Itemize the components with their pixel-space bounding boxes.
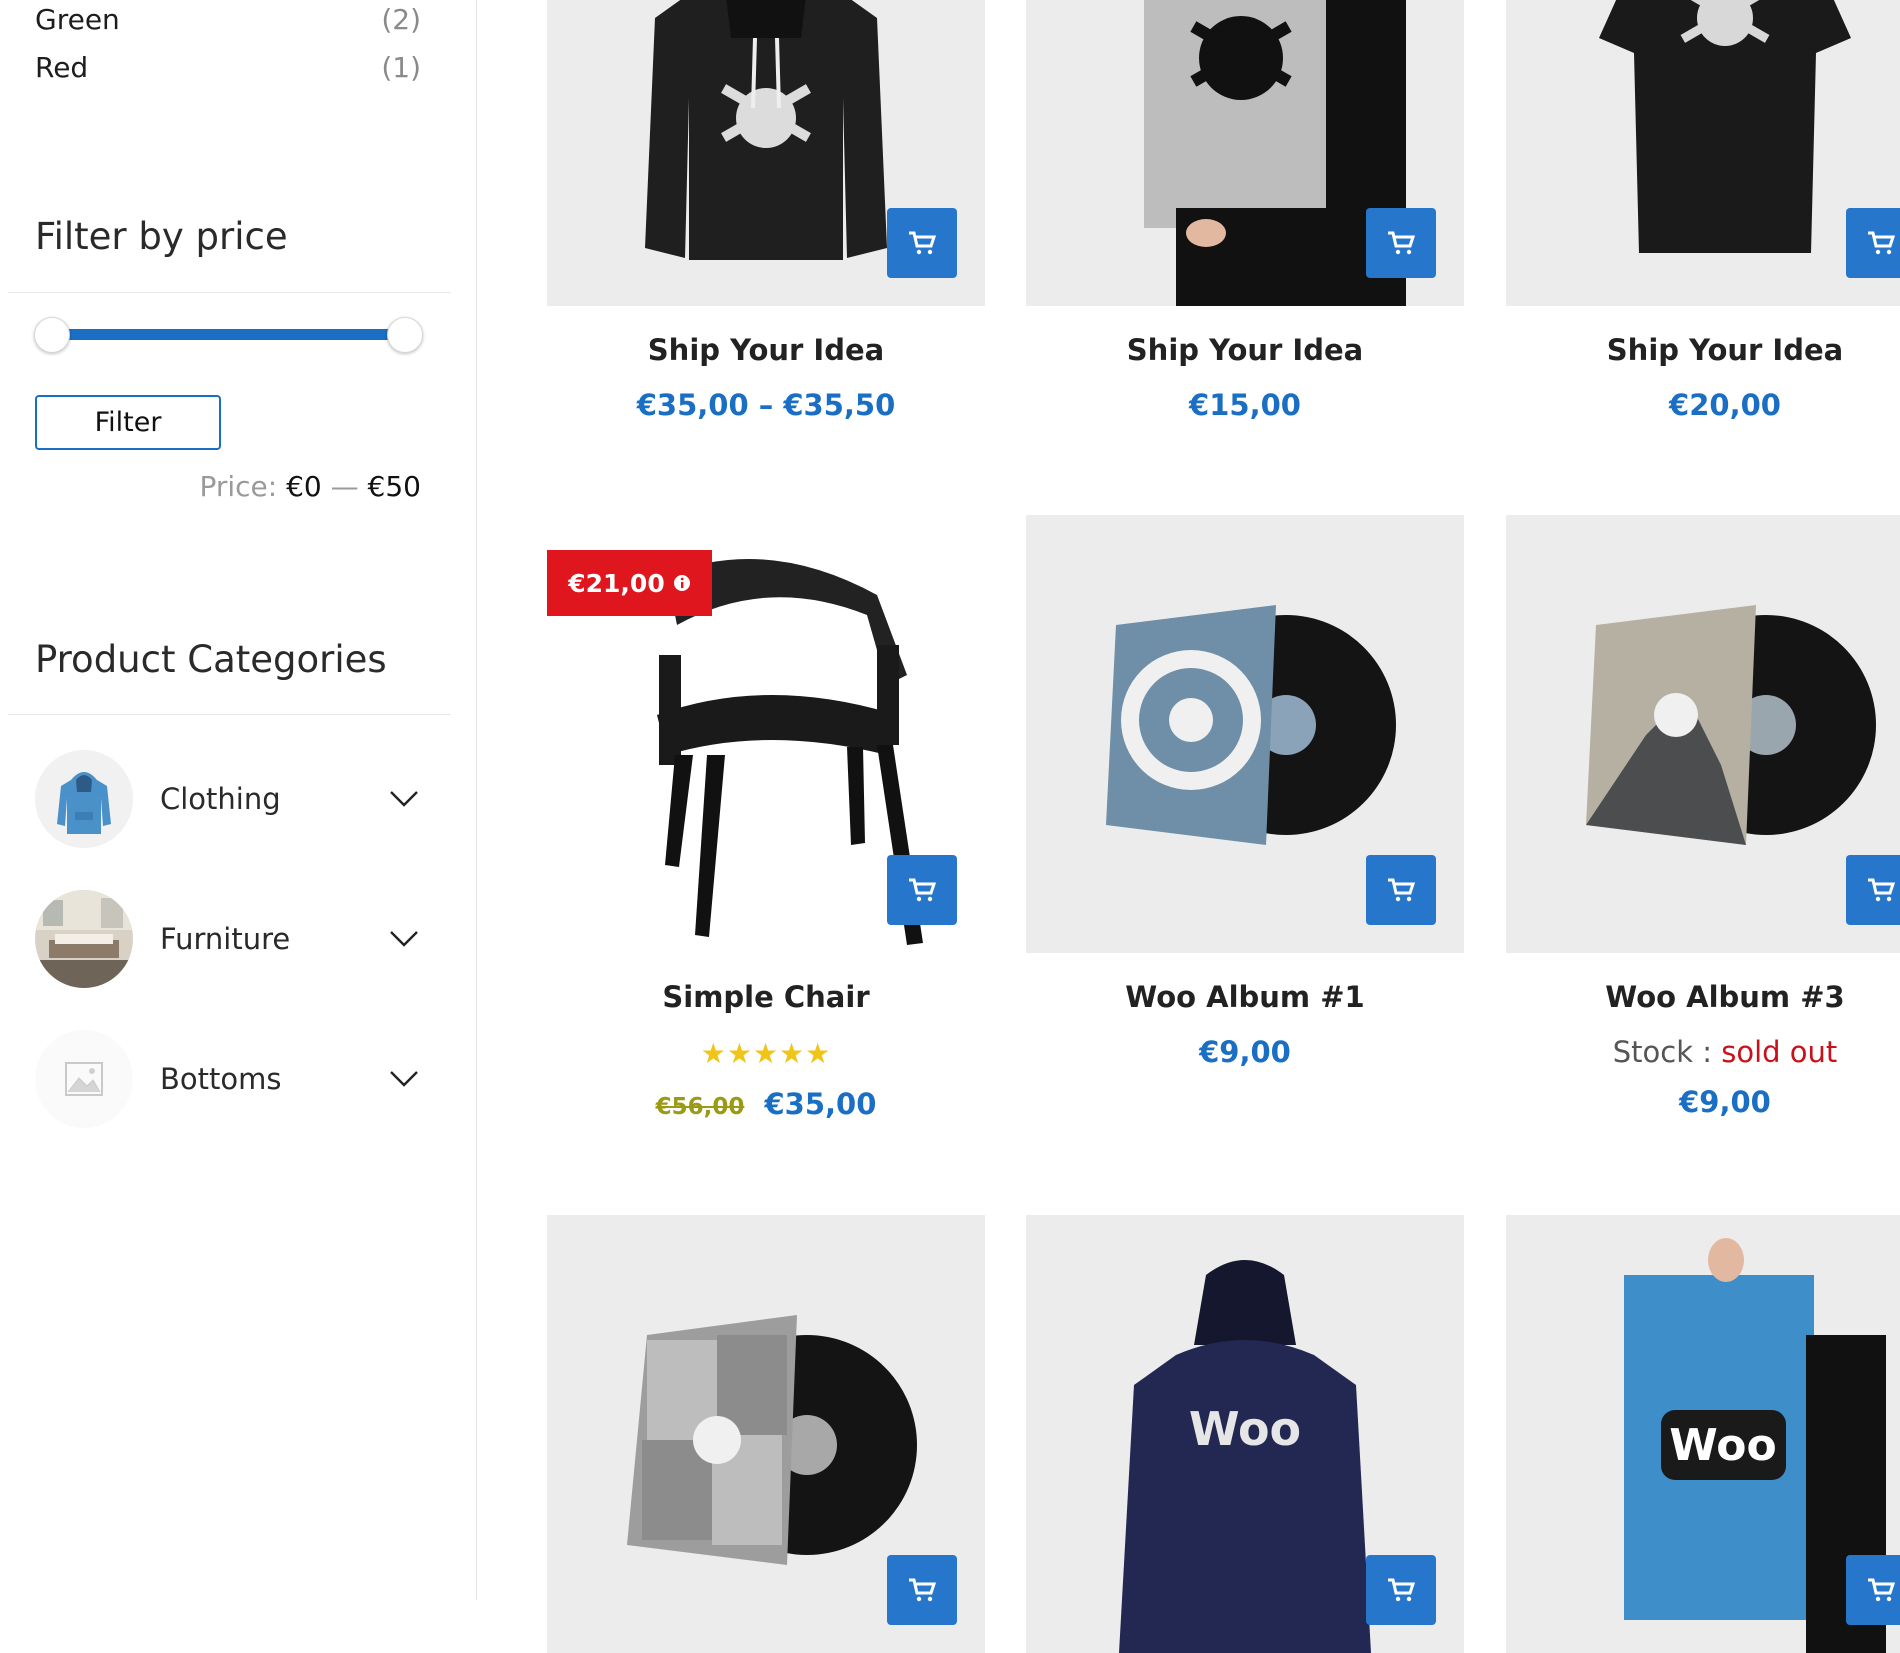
color-filter-label: Green	[35, 3, 120, 36]
sale-price: €35,00	[764, 1087, 877, 1121]
living-room-thumbnail-icon	[35, 890, 133, 988]
add-to-cart-button[interactable]	[1846, 208, 1900, 278]
product-card[interactable]: Woo	[1026, 1215, 1464, 1653]
product-card[interactable]: Woo Album #1 €9,00	[1026, 515, 1464, 1095]
info-icon[interactable]	[673, 574, 691, 592]
product-title[interactable]: Simple Chair	[547, 980, 985, 1014]
svg-text:Woo: Woo	[1669, 1420, 1776, 1471]
color-filter-label: Red	[35, 51, 89, 84]
category-thumbnail	[35, 890, 133, 988]
category-item-furniture[interactable]: Furniture	[35, 890, 421, 988]
chevron-down-icon[interactable]	[387, 782, 421, 816]
price-min: €0	[286, 470, 322, 503]
sale-badge-price: €21,00	[568, 568, 665, 598]
cart-icon	[1868, 1578, 1896, 1602]
cart-icon	[909, 231, 937, 255]
product-title[interactable]: Ship Your Idea	[1506, 333, 1900, 367]
cart-icon	[1868, 878, 1896, 902]
price-range-text: Price: €0 — €50	[199, 470, 421, 503]
product-card[interactable]: Ship Your Idea €15,00	[1026, 0, 1464, 428]
divider	[8, 292, 451, 293]
category-item-clothing[interactable]: Clothing	[35, 750, 421, 848]
star-rating: ★★★★★	[700, 1037, 832, 1070]
stock-value: sold out	[1721, 1035, 1838, 1069]
product-image[interactable]	[1506, 515, 1900, 953]
product-title[interactable]: Ship Your Idea	[1026, 333, 1464, 367]
add-to-cart-button[interactable]	[887, 855, 957, 925]
category-label: Furniture	[160, 922, 291, 956]
product-price: €20,00	[1669, 388, 1781, 422]
color-filter-red[interactable]: Red (1)	[35, 51, 421, 84]
cart-icon	[909, 878, 937, 902]
chevron-down-icon[interactable]	[387, 1062, 421, 1096]
price-filter-title: Filter by price	[35, 215, 288, 258]
image-placeholder-icon	[65, 1062, 103, 1096]
add-to-cart-button[interactable]	[887, 1555, 957, 1625]
product-card[interactable]: Woo	[1506, 1215, 1900, 1653]
sale-badge: €21,00	[547, 550, 712, 616]
add-to-cart-button[interactable]	[1846, 855, 1900, 925]
price-label: Price:	[199, 470, 278, 503]
price-slider-track[interactable]	[50, 329, 405, 340]
cart-icon	[1388, 1578, 1416, 1602]
add-to-cart-button[interactable]	[1366, 1555, 1436, 1625]
add-to-cart-button[interactable]	[1366, 855, 1436, 925]
color-filter-count: (1)	[381, 51, 421, 84]
product-card[interactable]: Woo Album #3 Stock : sold out €9,00	[1506, 515, 1900, 1119]
stock-label: Stock :	[1612, 1035, 1712, 1069]
category-thumbnail	[35, 750, 133, 848]
product-image[interactable]	[1506, 0, 1900, 306]
black-tshirt-image	[1599, 0, 1851, 253]
product-title[interactable]: Woo Album #3	[1506, 980, 1900, 1014]
product-card[interactable]: Ship Your Idea €20,00	[1506, 0, 1900, 428]
product-categories-title: Product Categories	[35, 638, 387, 681]
add-to-cart-button[interactable]	[1846, 1555, 1900, 1625]
album-mountain-image	[1586, 605, 1876, 845]
add-to-cart-button[interactable]	[1366, 208, 1436, 278]
hoodie-thumbnail-icon	[35, 750, 133, 848]
blue-woo-poster-image: Woo	[1624, 1238, 1886, 1653]
add-to-cart-button[interactable]	[887, 208, 957, 278]
cart-icon	[1868, 231, 1896, 255]
product-card[interactable]: Ship Your Idea €35,00 – €35,50	[547, 0, 985, 428]
product-card[interactable]: €21,00 Simple Chair ★★★★★ €56,00 €35,00	[547, 515, 985, 1135]
cart-icon	[1388, 878, 1416, 902]
filter-button[interactable]: Filter	[35, 395, 221, 450]
regular-price: €56,00	[655, 1094, 745, 1120]
cart-icon	[1388, 231, 1416, 255]
product-price: €35,00 – €35,50	[636, 388, 896, 422]
price-separator: —	[330, 470, 359, 503]
svg-text:Woo: Woo	[1189, 1402, 1301, 1456]
product-title[interactable]: Ship Your Idea	[547, 333, 985, 367]
price-slider-max-handle[interactable]	[387, 317, 423, 353]
cart-icon	[909, 1578, 937, 1602]
divider	[8, 714, 451, 715]
sidebar: Green (2) Red (1) Filter by price Filter…	[0, 0, 477, 1600]
product-image[interactable]: Woo	[1506, 1215, 1900, 1653]
product-price: €9,00	[1199, 1035, 1291, 1069]
product-card[interactable]	[547, 1215, 985, 1653]
category-item-bottoms[interactable]: Bottoms	[35, 1030, 421, 1128]
product-title[interactable]: Woo Album #1	[1026, 980, 1464, 1014]
category-label: Bottoms	[160, 1062, 282, 1096]
product-price: €15,00	[1189, 388, 1301, 422]
chevron-down-icon[interactable]	[387, 922, 421, 956]
product-price: €9,00	[1679, 1085, 1771, 1119]
product-price-block: €56,00 €35,00	[547, 1087, 985, 1121]
price-max: €50	[367, 470, 421, 503]
stock-status: Stock : sold out	[1506, 1035, 1900, 1069]
price-slider-min-handle[interactable]	[34, 317, 70, 353]
category-thumbnail	[35, 1030, 133, 1128]
category-label: Clothing	[160, 782, 281, 816]
color-filter-count: (2)	[381, 3, 421, 36]
color-filter-green[interactable]: Green (2)	[35, 3, 421, 36]
